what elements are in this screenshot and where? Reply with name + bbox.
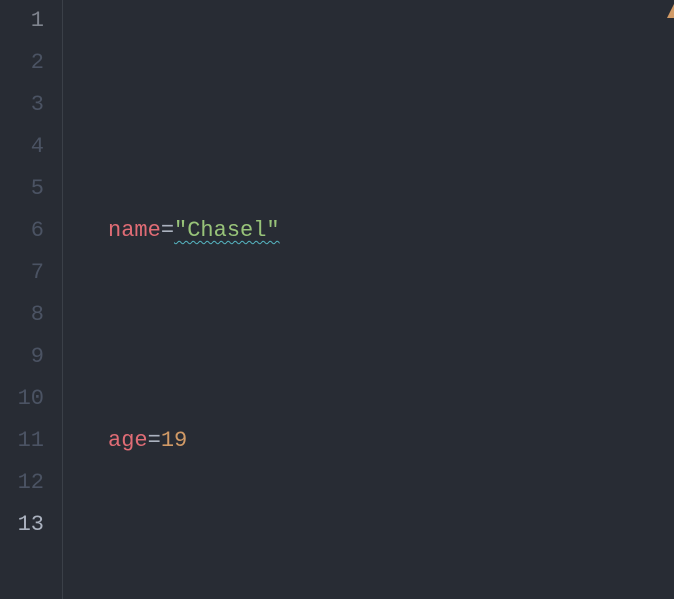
token-operator: = [161,218,174,243]
line-number[interactable]: 9 [0,336,44,378]
indent-guide [62,0,108,599]
token-number: 19 [161,428,187,453]
line-number[interactable]: 11 [0,420,44,462]
line-number[interactable]: 2 [0,42,44,84]
line-number[interactable]: 10 [0,378,44,420]
token-variable: name [108,218,161,243]
token-operator: = [148,428,161,453]
line-number[interactable]: 4 [0,126,44,168]
line-number[interactable]: 8 [0,294,44,336]
line-number-gutter[interactable]: 1 2 3 4 5 6 7 8 9 10 11 12 13 [0,0,62,599]
warning-indicator-icon[interactable] [667,4,674,18]
line-number[interactable]: 5 [0,168,44,210]
line-number[interactable]: 12 [0,462,44,504]
code-line[interactable]: name="Chasel" [108,210,674,252]
token-string: "Chasel" [174,218,280,243]
line-number[interactable]: 3 [0,84,44,126]
line-number[interactable]: 6 [0,210,44,252]
line-number[interactable]: 1 [0,0,44,42]
code-editor[interactable]: 1 2 3 4 5 6 7 8 9 10 11 12 13 name="Chas… [0,0,674,599]
line-number[interactable]: 13 [0,504,44,546]
token-variable: age [108,428,148,453]
code-line[interactable]: age=19 [108,420,674,462]
code-area[interactable]: name="Chasel" age=19 print("name",name,"… [108,0,674,599]
line-number[interactable]: 7 [0,252,44,294]
